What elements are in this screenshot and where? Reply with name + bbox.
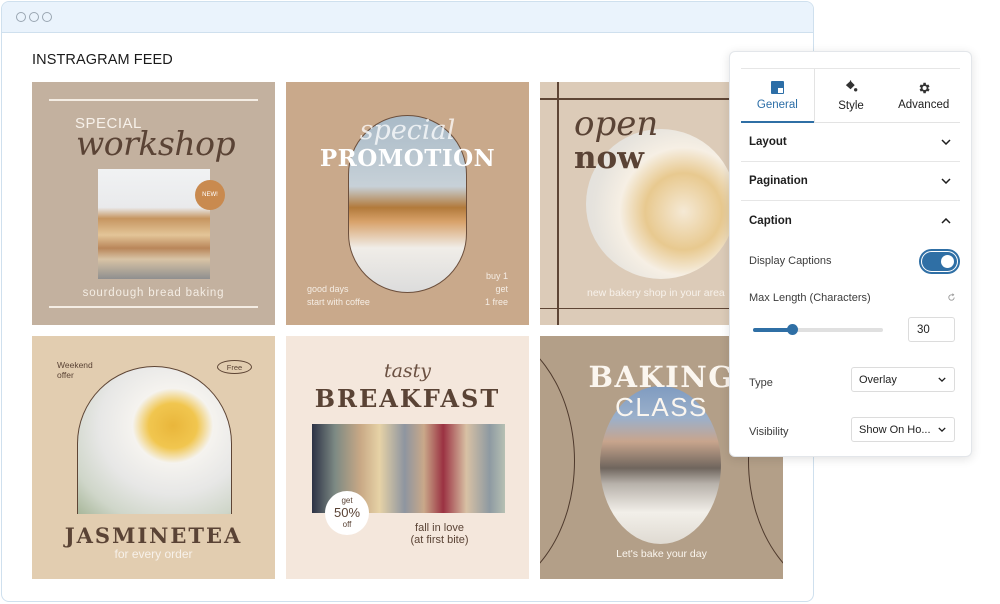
window-control-dot[interactable]: [16, 12, 26, 22]
post-caption: for every order: [114, 547, 193, 561]
chevron-down-icon: [938, 377, 946, 382]
post-caption: fall in love (at first bite): [350, 522, 529, 546]
layout-icon: [770, 81, 784, 95]
visibility-row: Visibility: [749, 419, 789, 444]
text-line: good days: [307, 284, 349, 294]
text-line: fall in love: [415, 522, 464, 534]
post-heading-big: BREAKFAST: [314, 384, 501, 413]
chevron-down-icon: [940, 136, 952, 148]
text-line: get: [495, 284, 508, 294]
chevron-up-icon: [940, 215, 952, 227]
max-length-input[interactable]: 30: [908, 317, 955, 342]
feed-post-special-workshop[interactable]: SPECIAL workshop NEW! sourdough bread ba…: [32, 82, 275, 325]
settings-panel: General Style Advanced Layout Pagination…: [729, 51, 972, 457]
tab-style[interactable]: Style: [815, 69, 888, 122]
panel-tabs: General Style Advanced: [741, 69, 960, 123]
badge-percent: 50%: [333, 505, 361, 520]
post-heading-script: tasty: [383, 360, 432, 382]
text-line: buy 1: [485, 271, 508, 281]
post-tag-left: Weekend offer: [57, 360, 93, 380]
post-caption: Let's bake your day: [616, 548, 707, 560]
tab-label: Style: [838, 99, 864, 112]
type-row: Type: [749, 370, 773, 395]
feed-title: INSTRAGRAM FEED: [32, 52, 173, 68]
decorative-line: [49, 99, 258, 101]
toggle-knob: [941, 254, 954, 268]
decorative-line: [49, 306, 258, 308]
post-heading-script: special: [359, 115, 456, 146]
post-heading-big: PROMOTION: [319, 145, 496, 172]
section-layout[interactable]: Layout: [741, 123, 960, 162]
visibility-select[interactable]: Show On Ho...: [851, 417, 955, 442]
select-value: Show On Ho...: [859, 423, 931, 436]
tab-label: Advanced: [898, 98, 950, 111]
section-label: Layout: [749, 136, 787, 148]
section-label: Caption: [749, 214, 792, 227]
tea-photo: [77, 366, 232, 514]
post-heading-big: JASMINETEA: [64, 523, 243, 548]
post-right-text: buy 1 get 1 free: [485, 270, 508, 309]
browser-window: INSTRAGRAM FEED SPECIAL workshop NEW! so…: [1, 1, 814, 602]
decorative-line: [557, 82, 559, 325]
select-value: Overlay: [859, 373, 897, 386]
type-label: Type: [749, 376, 773, 389]
bread-photo: [98, 169, 210, 279]
slider-thumb[interactable]: [787, 324, 798, 335]
post-heading-big: now: [574, 140, 644, 176]
display-captions-toggle[interactable]: [919, 248, 960, 274]
section-label: Pagination: [749, 175, 808, 187]
tab-advanced[interactable]: Advanced: [887, 69, 960, 122]
display-captions-label: Display Captions: [749, 255, 832, 267]
display-captions-row: Display Captions: [749, 248, 960, 274]
section-caption[interactable]: Caption: [741, 201, 960, 240]
text-line: offer: [57, 370, 74, 380]
post-caption: new bakery shop in your area: [587, 287, 725, 299]
feed-post-jasmine-tea[interactable]: Weekend offer Free JASMINETEA for every …: [32, 336, 275, 579]
reset-icon[interactable]: [947, 293, 957, 303]
feed-post-special-promotion[interactable]: special PROMOTION good days start with c…: [286, 82, 529, 325]
paint-bucket-icon: [844, 80, 858, 94]
max-length-row: Max Length (Characters): [749, 290, 957, 306]
free-badge: Free: [217, 360, 252, 374]
post-left-text: good days start with coffee: [307, 283, 370, 309]
text-line: Weekend: [57, 360, 93, 370]
window-control-dot[interactable]: [42, 12, 52, 22]
stage: INSTRAGRAM FEED SPECIAL workshop NEW! so…: [0, 0, 1000, 604]
post-heading-script: open: [574, 104, 659, 144]
chevron-down-icon: [940, 175, 952, 187]
post-caption: sourdough bread baking: [82, 287, 225, 299]
instagram-feed-grid: SPECIAL workshop NEW! sourdough bread ba…: [32, 82, 783, 579]
max-length-label: Max Length (Characters): [749, 292, 871, 304]
window-control-dot[interactable]: [29, 12, 39, 22]
text-line: (at first bite): [410, 534, 469, 546]
post-heading-script: workshop: [76, 124, 236, 163]
chevron-down-icon: [938, 427, 946, 432]
tab-general[interactable]: General: [741, 69, 815, 123]
tab-label: General: [756, 98, 798, 111]
text-line: 1 free: [484, 297, 508, 307]
section-pagination[interactable]: Pagination: [741, 162, 960, 201]
feed-post-tasty-breakfast[interactable]: tasty BREAKFAST get 50% off fall in love…: [286, 336, 529, 579]
window-titlebar: [2, 2, 813, 33]
text-line: start with coffee: [307, 297, 370, 307]
new-badge: NEW!: [195, 180, 225, 210]
type-select[interactable]: Overlay: [851, 367, 955, 392]
visibility-label: Visibility: [749, 425, 789, 438]
gear-icon: [917, 81, 931, 95]
max-length-slider[interactable]: [753, 324, 883, 335]
